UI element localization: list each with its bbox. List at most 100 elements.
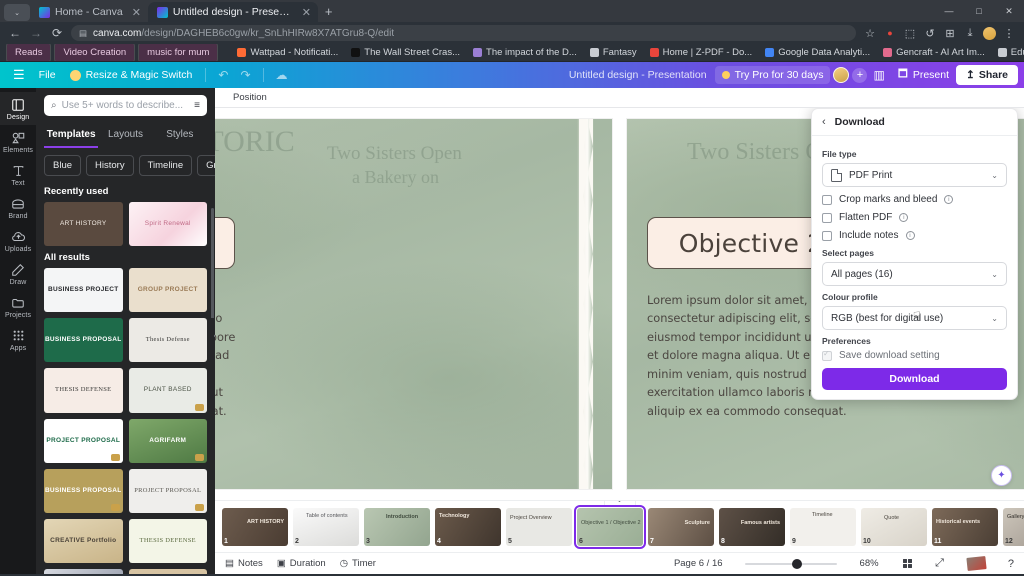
bookmark-item[interactable]: Wattpad - Notificati... (232, 45, 343, 60)
minimize-button[interactable]: — (934, 0, 964, 22)
thumbnail-slide-8[interactable]: Famous artists 8 (719, 507, 785, 546)
template-card[interactable]: GROUP PROJECT (128, 569, 207, 574)
thumbnail-slide-11[interactable]: Historical events 11 (932, 507, 998, 546)
info-icon[interactable]: i (899, 213, 909, 222)
forward-icon[interactable]: → (29, 26, 43, 40)
chip-blue[interactable]: Blue (44, 155, 82, 176)
search-box[interactable]: ⌕ Use 5+ words to describe... ≡ (44, 95, 207, 116)
bookmark-item[interactable]: Video Creation (54, 44, 136, 61)
thumbnail-slide-5[interactable]: Project Overview 5 (506, 507, 572, 546)
template-card[interactable]: THESIS DEFENSE (44, 368, 123, 413)
template-card[interactable]: PLANT BASED (128, 368, 207, 413)
bookmark-item[interactable]: Education (993, 45, 1024, 60)
bookmark-star-icon[interactable]: ☆ (863, 27, 877, 40)
crop-marks-checkbox-row[interactable]: Crop marks and bleed i (822, 194, 1007, 205)
slide-current[interactable]: HISTORIC Rising Two Sisters Open a Baker… (215, 119, 612, 489)
template-card[interactable]: CREATIVE Portfolio (44, 518, 123, 564)
sidebar-item-elements[interactable]: Elements (0, 125, 36, 158)
template-card[interactable]: THESIS DEFENSE (128, 518, 207, 564)
filter-icon[interactable]: ≡ (194, 100, 200, 111)
template-card[interactable]: BUSINESS PROJECT (44, 268, 123, 313)
template-card[interactable]: BUSINESS PROPOSAL (44, 468, 123, 513)
extensions-icon[interactable]: ⬚ (903, 27, 917, 40)
tab-templates[interactable]: Templates (44, 124, 99, 148)
timer-button[interactable]: ◷ Timer (340, 558, 376, 569)
chevron-down-icon[interactable]: ⌄ (603, 501, 636, 505)
template-card[interactable]: Spirit Renewal (128, 202, 207, 247)
select-pages-dropdown[interactable]: All pages (16) ⌄ (822, 262, 1007, 286)
reload-icon[interactable]: ⟳ (50, 26, 64, 40)
address-bar[interactable]: ▤ canva.com/design/DAGHEB6c0gw/kr_SnLhHI… (71, 25, 856, 41)
try-pro-button[interactable]: Try Pro for 30 days (714, 66, 831, 84)
hamburger-icon[interactable]: ☰ (6, 65, 32, 85)
fullscreen-icon[interactable]: ⤢ (935, 557, 944, 570)
thumbnail-slide-9[interactable]: Timeline 9 (790, 507, 856, 546)
file-menu-button[interactable]: File (32, 66, 63, 84)
thumbnail-preview[interactable] (966, 556, 987, 571)
extension-badge-icon[interactable]: ● (883, 28, 897, 38)
checkbox[interactable] (822, 194, 832, 205)
tab-close-icon[interactable]: ✕ (128, 6, 141, 19)
cloud-saved-icon[interactable]: ☁ (270, 66, 294, 84)
info-icon[interactable]: i (944, 195, 954, 204)
template-card[interactable]: PROJECT PROPOSAL (44, 418, 123, 463)
sidebar-item-text[interactable]: Text (0, 158, 36, 191)
sidebar-item-projects[interactable]: Projects (0, 290, 36, 323)
sidebar-item-uploads[interactable]: Uploads (0, 224, 36, 257)
history-icon[interactable]: ↺ (923, 27, 937, 40)
template-card[interactable]: BUSINESS PROPOSAL (44, 318, 123, 363)
download-button[interactable]: Download (822, 368, 1007, 390)
thumbnail-slide-2[interactable]: Table of contents 2 (293, 507, 359, 546)
browser-tab-1[interactable]: Untitled design - Presentation ✕ (147, 2, 318, 22)
site-info-icon[interactable]: ▤ (79, 28, 87, 39)
help-icon[interactable]: ? (1008, 558, 1014, 570)
maximize-button[interactable]: □ (964, 0, 994, 22)
share-button[interactable]: ↥ Share (956, 65, 1018, 85)
checkbox[interactable] (822, 230, 832, 241)
thumbnail-slide-6[interactable]: Objective 1 / Objective 2 6 (574, 504, 646, 549)
slide-title-box[interactable]: Objective 1 (215, 217, 235, 269)
template-card[interactable]: AGRIFARM (128, 418, 207, 463)
panel-collapse-handle[interactable]: ‹ (210, 318, 215, 352)
thumbnail-slide-12[interactable]: Gallery 12 (1003, 507, 1024, 546)
tab-styles[interactable]: Styles (153, 124, 207, 148)
sidebar-item-draw[interactable]: Draw (0, 257, 36, 290)
zoom-slider-handle[interactable] (792, 558, 803, 569)
close-button[interactable]: ✕ (994, 0, 1024, 22)
new-tab-button[interactable]: + (318, 4, 340, 22)
chip-timeline[interactable]: Timeline (138, 155, 193, 176)
bookmark-item[interactable]: Fantasy (585, 45, 642, 60)
zoom-slider[interactable] (744, 558, 837, 569)
back-icon[interactable]: ← (8, 26, 22, 40)
panel-scroll-area[interactable]: Recently used ART HISTORY Spirit Renewal… (36, 180, 215, 574)
sidebar-item-design[interactable]: Design (0, 92, 36, 125)
split-view-icon[interactable]: ⊞ (943, 27, 957, 40)
position-button[interactable]: Position (227, 89, 273, 106)
chip-history[interactable]: History (86, 155, 134, 176)
tab-close-icon[interactable]: ✕ (298, 6, 311, 19)
tab-layouts[interactable]: Layouts (98, 124, 152, 148)
search-input[interactable]: Use 5+ words to describe... (62, 100, 190, 111)
duration-button[interactable]: ▣ Duration (277, 558, 326, 569)
template-card[interactable]: ART HISTORY (44, 202, 123, 247)
redo-icon[interactable]: ↷ (234, 66, 256, 84)
magic-sparkle-icon[interactable]: ✦ (991, 465, 1012, 486)
bookmark-item[interactable]: The impact of the D... (468, 45, 582, 60)
present-button[interactable]: 🗖 Present (891, 63, 956, 87)
include-notes-checkbox-row[interactable]: Include notes i (822, 230, 1007, 241)
sidebar-item-brand[interactable]: Brand (0, 191, 36, 224)
tab-search-button[interactable]: ⌄ (4, 4, 30, 21)
bookmark-item[interactable]: music for mum (138, 44, 219, 61)
slide-filmstrip[interactable]: ⌄ ART HISTORY 1 Table of contents 2 Intr… (215, 500, 1024, 552)
thumbnail-slide-10[interactable]: Quote 10 (861, 507, 927, 546)
info-icon[interactable]: i (905, 231, 915, 240)
save-settings-checkbox-row[interactable]: Save download setting (822, 349, 1007, 361)
bookmark-item[interactable]: Gencraft - AI Art Im... (878, 45, 990, 60)
sidebar-item-apps[interactable]: Apps (0, 323, 36, 356)
bookmark-item[interactable]: The Wall Street Cras... (346, 45, 465, 60)
grid-view-icon[interactable] (902, 558, 913, 569)
bookmark-item[interactable]: Google Data Analyti... (760, 45, 875, 60)
bookmark-item[interactable]: Home | Z-PDF - Do... (645, 45, 758, 60)
template-card[interactable]: PROJECT PROPOSAL (128, 468, 207, 513)
thumbnail-slide-4[interactable]: Technology 4 (435, 507, 501, 546)
